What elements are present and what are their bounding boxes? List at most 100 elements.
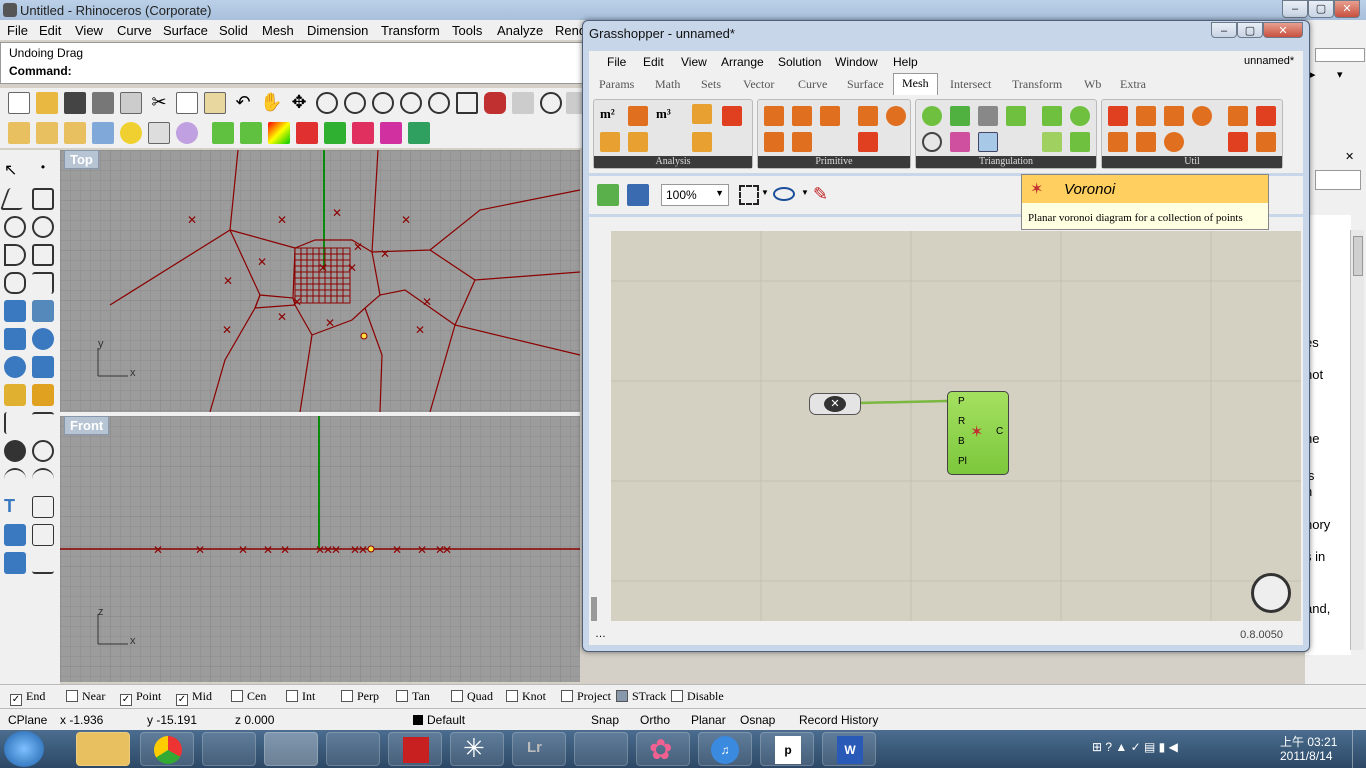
zoom-icon[interactable] (316, 92, 338, 114)
snap-near[interactable]: Near (66, 689, 105, 704)
voronoi-input-pl[interactable]: Pl (958, 456, 967, 467)
primitive-triangle-icon[interactable] (820, 106, 840, 126)
gh-tab-wb[interactable]: Wb (1084, 77, 1101, 92)
taskbar-flower-icon[interactable]: ✿ (636, 732, 690, 766)
gh-tab-vector[interactable]: Vector (743, 77, 774, 92)
snap-cen-checkbox[interactable] (231, 690, 243, 702)
gear-icon[interactable] (4, 384, 26, 406)
minimize-button[interactable]: – (1282, 0, 1308, 18)
cylinder-icon[interactable] (4, 356, 26, 378)
line-icon[interactable] (32, 188, 54, 210)
delaunay-icon[interactable] (922, 106, 942, 126)
snap-point-checkbox[interactable]: ✓ (120, 694, 132, 706)
clock-time[interactable]: 上午 03:21 (1280, 733, 1337, 750)
gh-tab-extra[interactable]: Extra (1120, 77, 1146, 92)
circle-icon[interactable] (4, 216, 26, 238)
mesh-green-icon[interactable] (324, 122, 346, 144)
arc-icon[interactable] (4, 244, 26, 266)
gh-tab-params[interactable]: Params (599, 77, 634, 92)
car-render-icon[interactable] (484, 92, 506, 114)
mesh-smooth-icon[interactable] (1164, 106, 1184, 126)
right-arrow-icon[interactable]: ▸ (1310, 68, 1316, 81)
trim-icon[interactable] (4, 412, 26, 434)
front-viewport[interactable]: ✕ ✕ ✕ ✕ ✕ ✕ ✕ ✕ ✕ ✕ ✕ ✕ ✕ ✕ Front z x (60, 416, 580, 682)
page-setup-icon[interactable] (120, 92, 142, 114)
snap-perp-checkbox[interactable] (341, 690, 353, 702)
snap-knot[interactable]: Knot (506, 689, 546, 704)
snap-quad-checkbox[interactable] (451, 690, 463, 702)
gh-tab-curve[interactable]: Curve (798, 77, 827, 92)
paste-icon[interactable] (204, 92, 226, 114)
snap-end[interactable]: ✓ End (10, 689, 45, 706)
point-param-component[interactable]: ✕ (809, 393, 861, 415)
snap-mid[interactable]: ✓ Mid (176, 689, 212, 706)
right-panel-input[interactable] (1315, 170, 1361, 190)
mode-ortho[interactable]: Ortho (640, 713, 670, 727)
menu-solid[interactable]: Solid (219, 23, 248, 38)
help-scrollbar[interactable] (1350, 230, 1364, 650)
voronoi-input-r[interactable]: R (958, 416, 965, 427)
mesh-shadow-icon[interactable] (1256, 106, 1276, 126)
transform-icon[interactable] (32, 384, 54, 406)
taskbar-sketch-icon[interactable] (326, 732, 380, 766)
snap-knot-checkbox[interactable] (506, 690, 518, 702)
mesh-red-icon[interactable] (296, 122, 318, 144)
zoom-chevron-icon[interactable]: ▼ (715, 188, 724, 198)
snap-project[interactable]: Project (561, 689, 611, 704)
mesh-sphere-icon[interactable] (886, 106, 906, 126)
tag-icon[interactable] (148, 122, 170, 144)
tray-tools[interactable]: ⊞ ? ▲ ✓ ▤ ▮ ◀ (1092, 740, 1178, 754)
cplane-label[interactable]: CPlane (8, 713, 47, 727)
voronoi-component[interactable]: P R B Pl ✶ C (947, 391, 1009, 475)
menu-analyze[interactable]: Analyze (497, 23, 543, 38)
group-icon[interactable] (4, 524, 26, 546)
gh-canvas[interactable]: ✕ P R B Pl ✶ C (611, 231, 1301, 621)
taskbar-autocad-icon[interactable] (388, 732, 442, 766)
top-viewport-label[interactable]: Top (64, 150, 99, 169)
surface-icon[interactable] (4, 300, 26, 322)
copy-icon[interactable] (176, 92, 198, 114)
print-icon[interactable] (92, 92, 114, 114)
boolean-icon[interactable] (4, 440, 26, 462)
taskbar-explorer-icon[interactable] (76, 732, 130, 766)
maximize-button[interactable]: ▢ (1308, 0, 1334, 18)
mode-snap[interactable]: Snap (591, 713, 619, 727)
facet-dome-icon[interactable] (1006, 106, 1026, 126)
snap-mid-checkbox[interactable]: ✓ (176, 694, 188, 706)
gh-maximize-button[interactable]: ▢ (1237, 22, 1263, 38)
light-icon[interactable] (120, 122, 142, 144)
snap-cen[interactable]: Cen (231, 689, 266, 704)
menu-transform[interactable]: Transform (381, 23, 440, 38)
gh-menu-edit[interactable]: Edit (643, 55, 664, 69)
dimension-icon[interactable] (32, 496, 54, 518)
right-dropdown-icon[interactable]: ▾ (1337, 68, 1343, 81)
primitive-quad-icon[interactable] (792, 106, 812, 126)
ellipse-icon[interactable] (32, 216, 54, 238)
mode-planar[interactable]: Planar (691, 713, 726, 727)
zoom-extents-gh-icon[interactable] (739, 185, 759, 205)
canvas-left-scroll[interactable] (591, 597, 597, 621)
taskbar-word-icon[interactable]: W (822, 732, 876, 766)
snap-point[interactable]: ✓ Point (120, 689, 161, 706)
panel-close-icon[interactable]: ✕ (1345, 150, 1354, 163)
primitive-mesh-icon[interactable] (764, 106, 784, 126)
open-file-icon[interactable] (597, 184, 619, 206)
voronoi-groups-icon[interactable] (1070, 106, 1090, 126)
mesh-join-icon[interactable] (1108, 106, 1128, 126)
gh-tab-intersect[interactable]: Intersect (950, 77, 991, 92)
voronoi-output-c[interactable]: C (996, 426, 1003, 437)
snap-end-checkbox[interactable]: ✓ (10, 694, 22, 706)
close-button[interactable]: ✕ (1334, 0, 1360, 18)
mode-record-history[interactable]: Record History (799, 713, 878, 727)
snap-near-checkbox[interactable] (66, 690, 78, 702)
preview-chevron-icon[interactable]: ▼ (801, 188, 809, 197)
mesh-weld-icon[interactable] (1136, 106, 1156, 126)
menu-edit[interactable]: Edit (39, 23, 61, 38)
polygon-icon[interactable] (4, 272, 26, 294)
gh-minimize-button[interactable]: – (1211, 22, 1237, 38)
extrude-icon[interactable] (32, 356, 54, 378)
zoom-extents-chevron-icon[interactable]: ▼ (761, 188, 769, 197)
snap-disable-checkbox[interactable] (671, 690, 683, 702)
mesh-color-icon[interactable] (268, 122, 290, 144)
gh-tab-math[interactable]: Math (655, 77, 680, 92)
